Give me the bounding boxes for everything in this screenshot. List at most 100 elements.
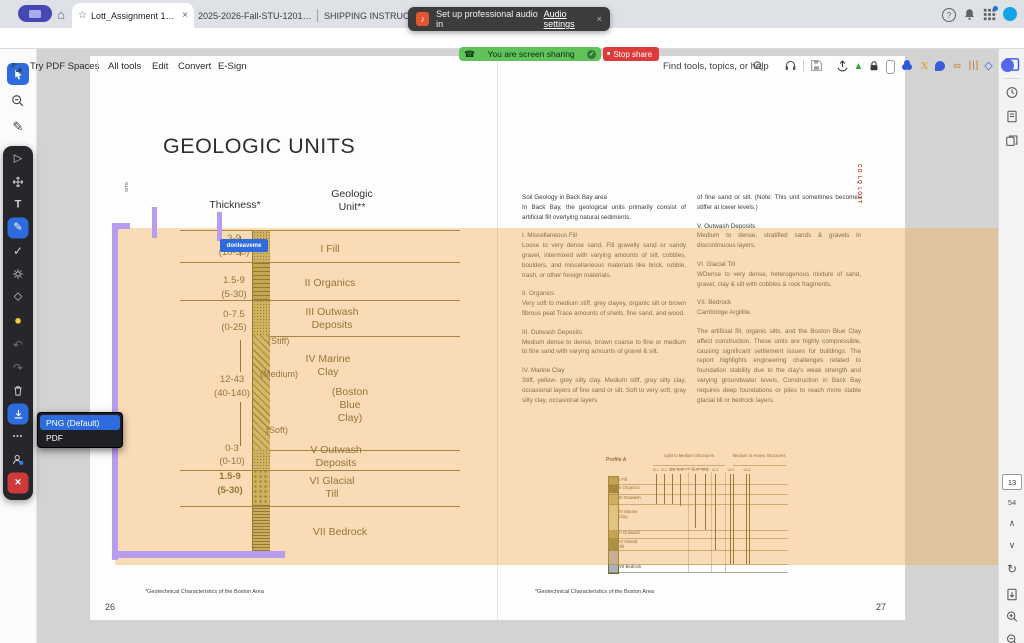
redo-icon[interactable]: ↷ <box>13 362 23 374</box>
pile-line <box>705 474 706 530</box>
text-block: The artificial fill, organic silts, and … <box>697 327 861 405</box>
move-tool-icon[interactable] <box>12 176 25 189</box>
text-tool-icon[interactable]: T <box>15 200 22 211</box>
help-icon[interactable]: ? <box>942 8 956 22</box>
close-annotation-icon[interactable]: × <box>8 473 29 494</box>
text-block-body: Cambridge Argillite. <box>697 308 861 318</box>
text-block-heading: VII. Bedrock <box>697 298 861 308</box>
pointer-tool-icon[interactable]: ▷ <box>14 154 22 165</box>
next-page-icon[interactable]: ∨ <box>1009 540 1016 551</box>
diamond-icon[interactable]: ◇ <box>982 59 995 72</box>
checkmark-tool-icon[interactable]: ✓ <box>13 245 23 257</box>
notification-dot <box>993 6 998 11</box>
bookmarks-icon[interactable] <box>1006 110 1018 123</box>
try-pdf-spaces-button[interactable]: Try PDF Spaces <box>26 61 103 72</box>
eraser-tool-icon[interactable]: ◇ <box>14 292 22 303</box>
account-avatar[interactable] <box>1003 7 1017 21</box>
annotation-stroke-horizontal <box>112 551 285 558</box>
star-icon: ☆ <box>78 10 87 21</box>
apps-grid-icon[interactable] <box>983 8 996 21</box>
annotation-tick <box>152 207 157 238</box>
stamp-tool-icon[interactable] <box>12 268 24 280</box>
color-swatch-icon[interactable]: ● <box>14 314 22 327</box>
stop-icon: ■ <box>607 51 610 57</box>
audio-settings-link[interactable]: Audio settings <box>544 9 597 29</box>
figure-row-label: III Outwash <box>619 496 641 501</box>
text-block-heading: IV. Marine Clay <box>522 366 686 376</box>
strat-glacial-till-band <box>253 469 270 504</box>
screen-share-status: ☎ You are screen sharing ✓ <box>459 47 601 61</box>
rotate-page-icon[interactable]: ↻ <box>1007 562 1017 576</box>
attachments-icon[interactable] <box>1006 134 1019 147</box>
text-block-heading: I. Miscellaneous Fill <box>522 231 686 241</box>
toolbar-avatar[interactable] <box>1001 59 1014 72</box>
text-block: of fine sand or silt. (Note: This unit s… <box>697 193 861 213</box>
text-block-body: Loose to very dense sand, Fill gravelly … <box>522 241 686 280</box>
home-icon[interactable]: ⌂ <box>53 6 69 22</box>
stop-share-button[interactable]: ■ Stop share <box>603 47 659 61</box>
thickness-range: (5-30) <box>212 289 256 301</box>
text-block: II. Organics Very soft to medium stiff, … <box>522 289 686 318</box>
menu-convert[interactable]: Convert <box>174 61 215 72</box>
zoom-out-icon[interactable] <box>1006 633 1019 643</box>
zoom-in-icon[interactable] <box>1006 610 1019 623</box>
consistency-label: (Medium) <box>260 369 298 379</box>
browser-workspace-pill[interactable] <box>18 5 52 22</box>
trash-icon[interactable] <box>12 385 24 397</box>
pile-line <box>733 474 734 564</box>
screen-share-banner: ☎ You are screen sharing ✓ ■ Stop share <box>459 47 659 61</box>
edit-pencil-tool[interactable]: ✎ <box>9 118 27 136</box>
blue-comment-icon[interactable] <box>935 61 945 71</box>
unit-name: I Fill <box>300 243 360 256</box>
save-icon[interactable] <box>810 59 823 72</box>
share-upload-icon[interactable] <box>836 59 849 72</box>
menu-item-png[interactable]: PNG (Default) <box>40 415 120 430</box>
blue-cloud-icon[interactable] <box>902 64 908 70</box>
lock-icon[interactable] <box>868 60 880 72</box>
more-options-icon[interactable]: ••• <box>13 434 23 441</box>
export-page-icon[interactable] <box>1006 588 1018 601</box>
text-block-body: Medium to dense, stratified sands & grav… <box>697 231 861 251</box>
menu-edit[interactable]: Edit <box>148 61 172 72</box>
toolbar-divider <box>803 60 804 72</box>
text-block: VII. Bedrock Cambridge Argillite. <box>697 298 861 318</box>
headphones-icon[interactable] <box>784 59 797 72</box>
glasses-icon[interactable]: ∞ <box>950 59 964 72</box>
history-clock-icon[interactable] <box>1006 86 1019 99</box>
browser-tab-active[interactable]: ☆ Lott_Assignment 1_Re... × <box>72 3 194 28</box>
menu-esign[interactable]: E-Sign <box>214 61 251 72</box>
slider-lines-icon[interactable]: ||| <box>968 59 980 72</box>
search-icon[interactable] <box>752 60 764 72</box>
thickness-range: (0-10) <box>210 456 254 468</box>
clipboard-icon[interactable] <box>886 60 895 74</box>
menu-item-pdf[interactable]: PDF <box>40 430 120 445</box>
text-block-body: The artificial fill, organic silts, and … <box>697 327 861 405</box>
close-icon[interactable]: × <box>597 14 602 24</box>
menu-all-tools[interactable]: All tools <box>104 61 145 72</box>
zoom-comment-tool[interactable] <box>11 94 25 108</box>
tab-title: Lott_Assignment 1_Re... <box>91 11 179 21</box>
close-icon[interactable]: × <box>182 10 188 21</box>
pen-icon: ✎ <box>13 223 22 234</box>
previous-page-icon[interactable]: ∧ <box>1009 518 1016 529</box>
orange-x-icon[interactable]: X <box>918 59 931 72</box>
figure-row-label: V Outwash <box>619 531 640 536</box>
draw-tool-icon-selected[interactable]: ✎ <box>8 218 29 239</box>
pile-line <box>715 474 716 550</box>
figure-row-label: II Organics <box>619 486 640 491</box>
zoom-annotation-toolbar: ▷ T ✎ ✓ ◇ ● ↶ ↷ ••• × <box>3 146 33 500</box>
figure-row-label: VI Glacial Till <box>619 540 637 549</box>
browser-tab[interactable]: 2025-2026-Fall-STU-1201-73651... <box>198 3 314 28</box>
pile-line <box>680 474 681 506</box>
mini-band <box>609 505 618 531</box>
page-number-input[interactable]: 13 <box>1002 474 1022 490</box>
footnote: *Geotechnical Characteristics of the Bos… <box>145 589 264 595</box>
unit-boundary-line <box>180 230 460 231</box>
bell-icon[interactable] <box>963 8 976 21</box>
green-hills-icon[interactable]: ▲ <box>852 60 865 73</box>
download-tool-icon-selected[interactable] <box>8 404 29 425</box>
text-column-1: Soil Geology in Back Bay area In Back Ba… <box>522 193 686 414</box>
participants-icon[interactable] <box>12 454 25 467</box>
undo-icon[interactable]: ↶ <box>13 339 23 351</box>
toolbar-divider <box>97 60 98 72</box>
